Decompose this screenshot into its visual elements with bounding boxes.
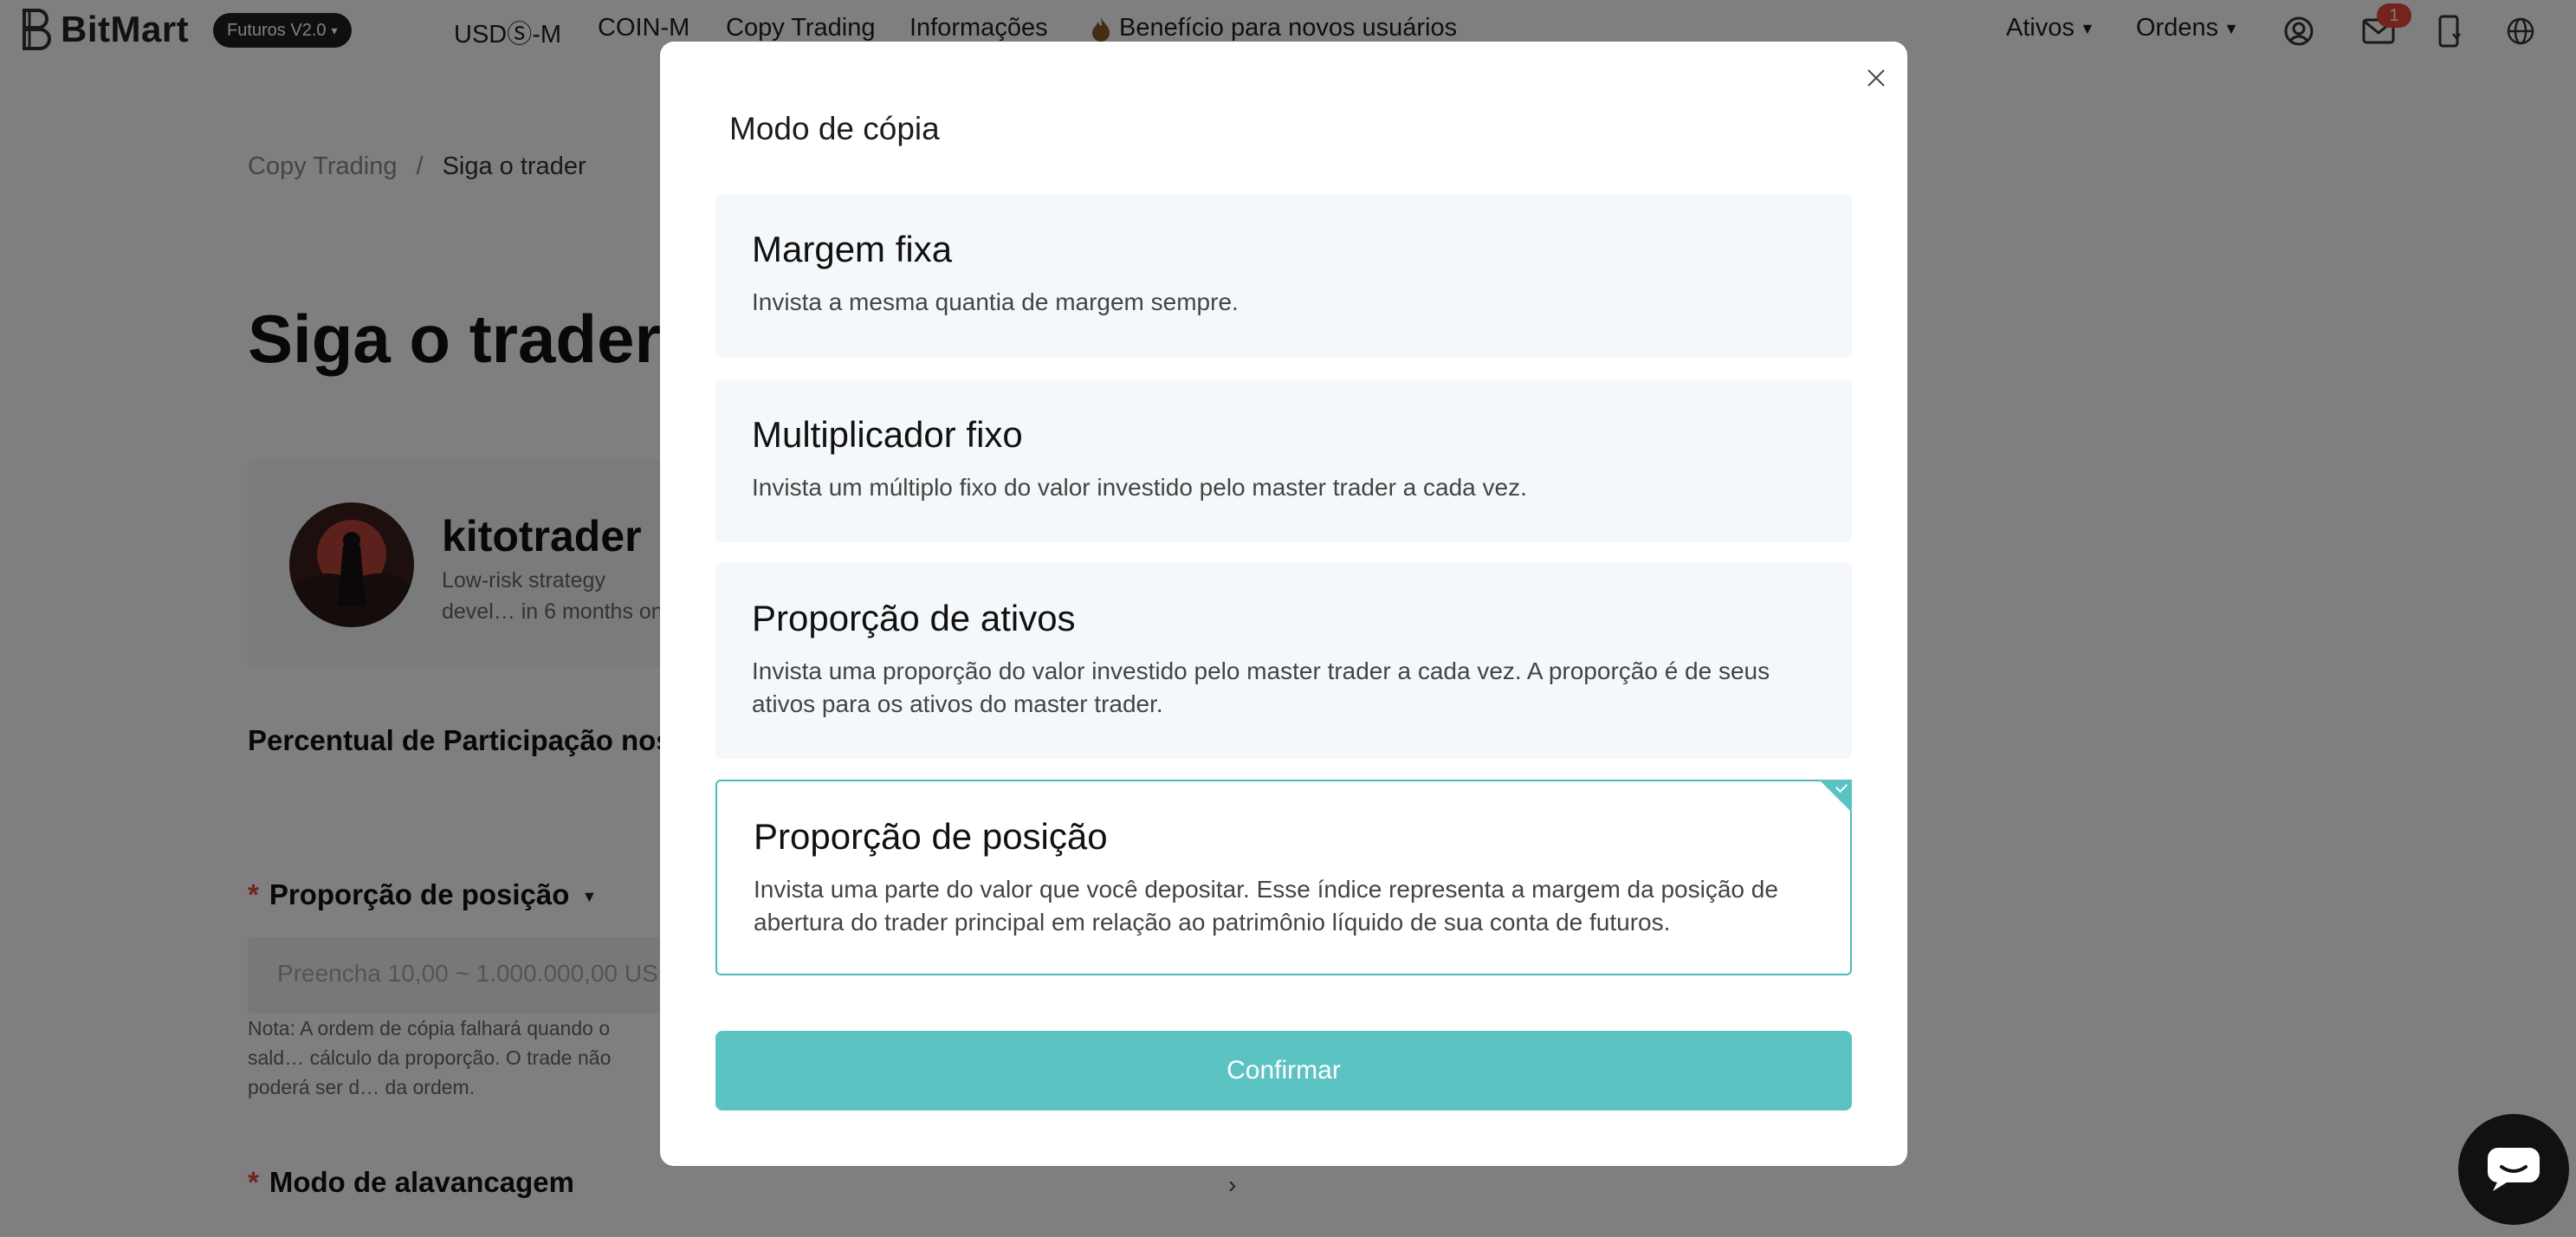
option-title: Multiplicador fixo: [752, 414, 1023, 455]
option-description: Invista uma proporção do valor investido…: [752, 657, 1770, 717]
modal-title: Modo de cópia: [729, 111, 940, 146]
option-proporcao-de-posicao[interactable]: Proporção de posição Invista uma parte d…: [715, 780, 1852, 975]
copy-mode-modal: Modo de cópia Margem fixa Invista a mesm…: [660, 42, 1907, 1166]
option-description: Invista um múltiplo fixo do valor invest…: [752, 474, 1527, 501]
option-margem-fixa[interactable]: Margem fixa Invista a mesma quantia de m…: [715, 194, 1852, 357]
selected-check-icon: [1819, 780, 1852, 813]
close-icon[interactable]: [1861, 62, 1892, 94]
support-chat-button[interactable]: [2458, 1114, 2569, 1225]
option-multiplicador-fixo[interactable]: Multiplicador fixo Invista um múltiplo f…: [715, 379, 1852, 542]
close-x-icon: [1867, 69, 1885, 87]
option-description: Invista uma parte do valor que você depo…: [754, 876, 1778, 936]
confirm-button[interactable]: Confirmar: [715, 1031, 1852, 1111]
option-title: Proporção de posição: [754, 816, 1108, 857]
option-description: Invista a mesma quantia de margem sempre…: [752, 288, 1239, 315]
chat-bubble-icon: [2488, 1148, 2540, 1191]
option-proporcao-de-ativos[interactable]: Proporção de ativos Invista uma proporçã…: [715, 563, 1852, 759]
option-title: Proporção de ativos: [752, 598, 1076, 638]
option-title: Margem fixa: [752, 229, 953, 269]
